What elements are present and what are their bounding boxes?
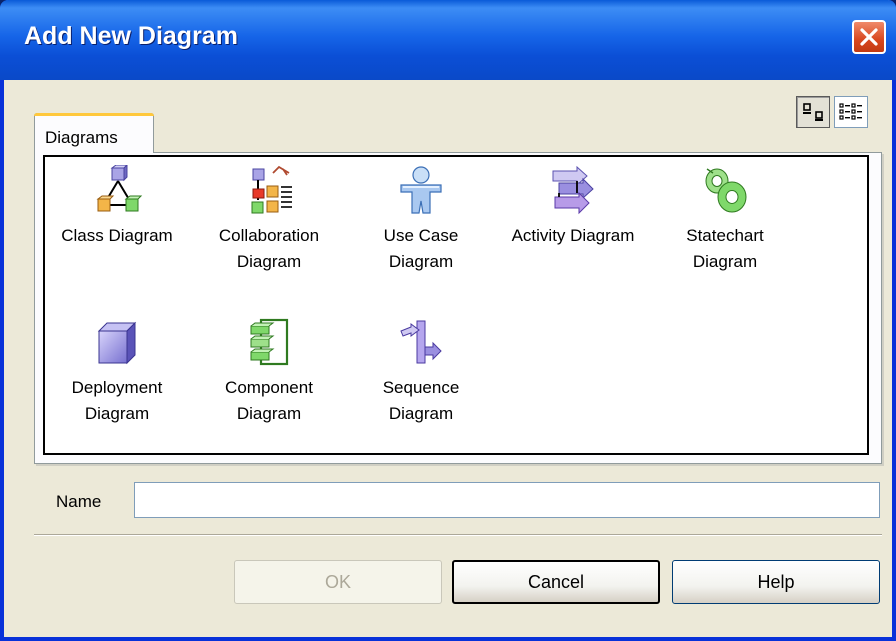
diagram-label: Activity Diagram (511, 226, 635, 245)
cancel-button[interactable]: Cancel (452, 560, 660, 604)
list-item-statechart-diagram[interactable]: Statechart Diagram (655, 165, 795, 275)
diagram-type-list[interactable]: Class Diagram Collaboration Diagram Use … (43, 155, 869, 455)
diagram-label: Deployment Diagram (71, 378, 163, 423)
name-label: Name (56, 492, 102, 511)
statechart-diagram-icon (705, 168, 747, 213)
list-item-sequence-diagram[interactable]: Sequence Diagram (351, 317, 491, 427)
diagram-label: Statechart Diagram (686, 226, 764, 271)
list-item-activity-diagram[interactable]: Activity Diagram (503, 165, 643, 249)
title-bar[interactable]: Add New Diagram (0, 0, 896, 80)
ok-button[interactable]: OK (234, 560, 442, 604)
diagrams-tab-panel: Class Diagram Collaboration Diagram Use … (34, 152, 882, 464)
diagram-label: Sequence Diagram (382, 378, 460, 423)
diagram-label: Use Case Diagram (383, 226, 459, 271)
list-view-button[interactable] (834, 96, 868, 128)
list-item-class-diagram[interactable]: Class Diagram (47, 165, 187, 249)
list-view-icon (839, 103, 862, 120)
list-item-deployment-diagram[interactable]: Deployment Diagram (47, 317, 187, 427)
diagram-label: Class Diagram (61, 226, 173, 245)
help-button[interactable]: Help (672, 560, 880, 604)
collaboration-diagram-icon (251, 165, 292, 214)
use-case-diagram-icon (400, 166, 442, 214)
diagram-label: Collaboration Diagram (218, 226, 320, 271)
close-icon (860, 28, 878, 46)
dialog-body: Diagrams Class Diagram Collaboration Dia… (4, 80, 892, 637)
list-item-use-case-diagram[interactable]: Use Case Diagram (351, 165, 491, 275)
activity-diagram-icon (552, 165, 594, 215)
separator (34, 534, 882, 536)
class-diagram-icon (96, 165, 143, 212)
sequence-diagram-icon (400, 320, 442, 364)
tab-diagrams[interactable]: Diagrams (34, 113, 154, 153)
deployment-diagram-icon (97, 321, 137, 365)
name-input[interactable] (134, 482, 880, 518)
large-icons-view-icon (803, 103, 823, 121)
large-icons-view-button[interactable] (796, 96, 830, 128)
diagram-label: Component Diagram (225, 378, 313, 423)
window-title: Add New Diagram (24, 22, 238, 50)
list-item-collaboration-diagram[interactable]: Collaboration Diagram (199, 165, 339, 275)
component-diagram-icon (250, 318, 289, 366)
close-button[interactable] (852, 20, 886, 54)
list-item-component-diagram[interactable]: Component Diagram (199, 317, 339, 427)
add-new-diagram-dialog: Add New Diagram Diagrams Class Diagram C… (0, 0, 896, 641)
